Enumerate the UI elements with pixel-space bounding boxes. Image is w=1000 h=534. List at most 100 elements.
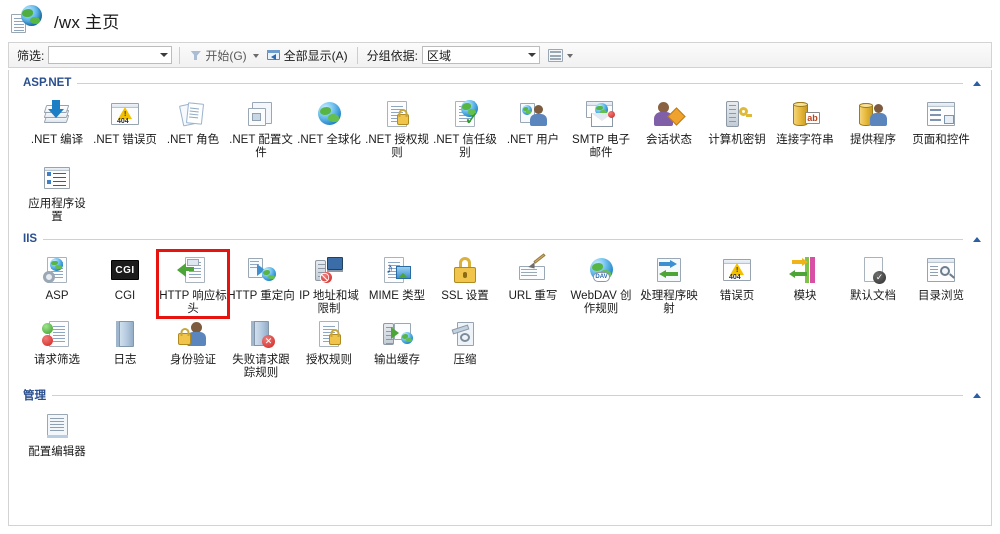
feature-tile-label: 配置编辑器 xyxy=(28,446,86,458)
feature-tile-smtp-email[interactable]: SMTP 电子邮件 xyxy=(567,96,635,160)
feature-tile-net-trust-levels[interactable]: ✓ .NET 信任级别 xyxy=(431,96,499,160)
feature-tile-net-roles[interactable]: .NET 角色 xyxy=(159,96,227,160)
group-header-management: 管理 xyxy=(9,386,991,404)
providers-icon xyxy=(856,99,890,131)
feature-tile-net-authorization-rules[interactable]: .NET 授权规则 xyxy=(363,96,431,160)
feature-tile-output-caching[interactable]: 输出缓存 xyxy=(363,316,431,380)
feature-tile-cgi[interactable]: CGI CGI xyxy=(91,252,159,316)
feature-tile-authorization-rules[interactable]: 授权规则 xyxy=(295,316,363,380)
feature-tile-handler-mappings[interactable]: 处理程序映射 xyxy=(635,252,703,316)
group-by-select[interactable]: 区域 xyxy=(422,46,541,64)
mime-types-icon: ♪ xyxy=(380,255,414,287)
feature-tile-label: IP 地址和域限制 xyxy=(299,290,359,315)
feature-tile-failed-request-tracing-rules[interactable]: ✕ 失败请求跟踪规则 xyxy=(227,316,295,380)
feature-tile-pages-and-controls[interactable]: 页面和控件 xyxy=(907,96,975,160)
feature-tile-label: 请求筛选 xyxy=(34,354,80,366)
feature-tile-label: 日志 xyxy=(113,354,137,366)
chevron-up-icon[interactable] xyxy=(969,232,985,246)
feature-tile-webdav-authoring-rules[interactable]: DAV WebDAV 创作规则 xyxy=(567,252,635,316)
chevron-down-icon[interactable] xyxy=(160,53,169,57)
chevron-up-icon[interactable] xyxy=(969,76,985,90)
group-title: ASP.NET xyxy=(23,77,72,89)
feature-tile-providers[interactable]: 提供程序 xyxy=(839,96,907,160)
feature-tile-label: 会话状态 xyxy=(646,134,692,146)
feature-tile-url-rewrite[interactable]: URL 重写 xyxy=(499,252,567,316)
feature-tile-mime-types[interactable]: ♪ MIME 类型 xyxy=(363,252,431,316)
feature-tile-machine-key[interactable]: 计算机密钥 xyxy=(703,96,771,160)
feature-tile-session-state[interactable]: 会话状态 xyxy=(635,96,703,160)
feature-tile-ssl-settings[interactable]: SSL 设置 xyxy=(431,252,499,316)
asp-icon xyxy=(40,255,74,287)
chevron-down-icon[interactable] xyxy=(567,54,574,58)
feature-tile-label: .NET 用户 xyxy=(506,134,560,146)
feature-tile-net-users[interactable]: .NET 用户 xyxy=(499,96,567,160)
default-document-icon: ✓ xyxy=(856,255,890,287)
feature-tile-net-compilation[interactable]: .NET 编译 xyxy=(23,96,91,160)
feature-tile-http-response-headers[interactable]: HTTP 响应标头 xyxy=(156,249,230,319)
feature-tile-logging[interactable]: 日志 xyxy=(91,316,159,380)
feature-tile-modules[interactable]: 模块 xyxy=(771,252,839,316)
authorization-rules-icon xyxy=(312,319,346,351)
ip-address-domain-restrictions-icon: ⃠ xyxy=(312,255,346,287)
grid-view-icon[interactable] xyxy=(548,48,564,62)
group-title: 管理 xyxy=(23,390,46,402)
toolbar-divider xyxy=(356,46,358,64)
feature-tile-label: 提供程序 xyxy=(850,134,896,146)
start-filter-button[interactable]: 开始(G) xyxy=(187,46,248,65)
logging-icon xyxy=(108,319,142,351)
feature-tile-compression[interactable]: 压缩 xyxy=(431,316,499,380)
group-aspnet: ASP.NET .NET 编译 ! 404 .NET 错误页 .NET 角色 .… xyxy=(9,74,991,226)
cgi-icon: CGI xyxy=(108,255,142,287)
feature-tile-ip-address-domain-restrictions[interactable]: ⃠ IP 地址和域限制 xyxy=(295,252,363,316)
feature-tile-default-document[interactable]: ✓ 默认文档 xyxy=(839,252,907,316)
group-tiles-iis: ASP CGI CGI HTTP 响应标头 HTTP 重定向 IP 地址和域限制… xyxy=(9,248,991,382)
page-title-bar: /wx 主页 xyxy=(0,0,1000,40)
net-error-pages-icon: ! 404 xyxy=(108,99,142,131)
show-all-button[interactable]: 全部显示(A) xyxy=(265,46,350,65)
feature-tile-connection-strings[interactable]: ab 连接字符串 xyxy=(771,96,839,160)
chevron-up-icon[interactable] xyxy=(969,388,985,402)
url-rewrite-icon xyxy=(516,253,550,287)
page-title: /wx 主页 xyxy=(54,12,120,32)
error-pages-icon: ! 404 xyxy=(720,255,754,287)
filter-input[interactable] xyxy=(48,46,173,64)
feature-tile-application-settings[interactable]: 应用程序设置 xyxy=(23,160,91,224)
group-header-aspnet: ASP.NET xyxy=(9,74,991,92)
chevron-down-icon[interactable] xyxy=(528,53,537,57)
net-profile-icon xyxy=(244,99,278,131)
feature-tile-http-redirect[interactable]: HTTP 重定向 xyxy=(227,252,295,316)
feature-tile-configuration-editor[interactable]: 配置编辑器 xyxy=(23,408,91,470)
request-filtering-icon xyxy=(40,319,74,351)
site-home-icon xyxy=(10,4,44,36)
feature-tile-label: .NET 信任级别 xyxy=(433,134,497,159)
chevron-down-icon[interactable] xyxy=(252,54,259,58)
feature-tile-asp[interactable]: ASP xyxy=(23,252,91,316)
pages-and-controls-icon xyxy=(924,99,958,131)
feature-tile-label: .NET 编译 xyxy=(30,134,84,146)
iis-manager-feature-view: /wx 主页 筛选: 开始(G) 全部显示(A) 分组依据: 区域 ASP.NE… xyxy=(0,0,1000,534)
feature-tile-label: HTTP 重定向 xyxy=(227,290,295,302)
feature-tile-net-globalization[interactable]: .NET 全球化 xyxy=(295,96,363,160)
output-caching-icon xyxy=(380,319,414,351)
feature-tile-label: 目录浏览 xyxy=(918,290,964,302)
group-management: 管理 配置编辑器 xyxy=(9,386,991,472)
net-authorization-rules-icon xyxy=(380,99,414,131)
feature-tile-label: MIME 类型 xyxy=(368,290,426,302)
feature-tile-directory-browsing[interactable]: 目录浏览 xyxy=(907,252,975,316)
net-trust-levels-icon: ✓ xyxy=(448,99,482,131)
feature-tile-label: .NET 全球化 xyxy=(297,134,361,146)
feature-tile-net-profile[interactable]: .NET 配置文件 xyxy=(227,96,295,160)
feature-tile-error-pages[interactable]: ! 404 错误页 xyxy=(703,252,771,316)
machine-key-icon xyxy=(720,99,754,131)
feature-tile-label: 身份验证 xyxy=(170,354,216,366)
feature-tile-label: 输出缓存 xyxy=(374,354,420,366)
feature-tile-label: 模块 xyxy=(793,290,817,302)
feature-tile-net-error-pages[interactable]: ! 404 .NET 错误页 xyxy=(91,96,159,160)
application-settings-icon xyxy=(40,163,74,195)
feature-tile-authentication[interactable]: 身份验证 xyxy=(159,316,227,380)
compression-icon xyxy=(448,319,482,351)
feature-tile-request-filtering[interactable]: 请求筛选 xyxy=(23,316,91,380)
http-redirect-icon xyxy=(244,255,278,287)
group-divider xyxy=(43,239,963,240)
feature-tile-label: 默认文档 xyxy=(850,290,896,302)
